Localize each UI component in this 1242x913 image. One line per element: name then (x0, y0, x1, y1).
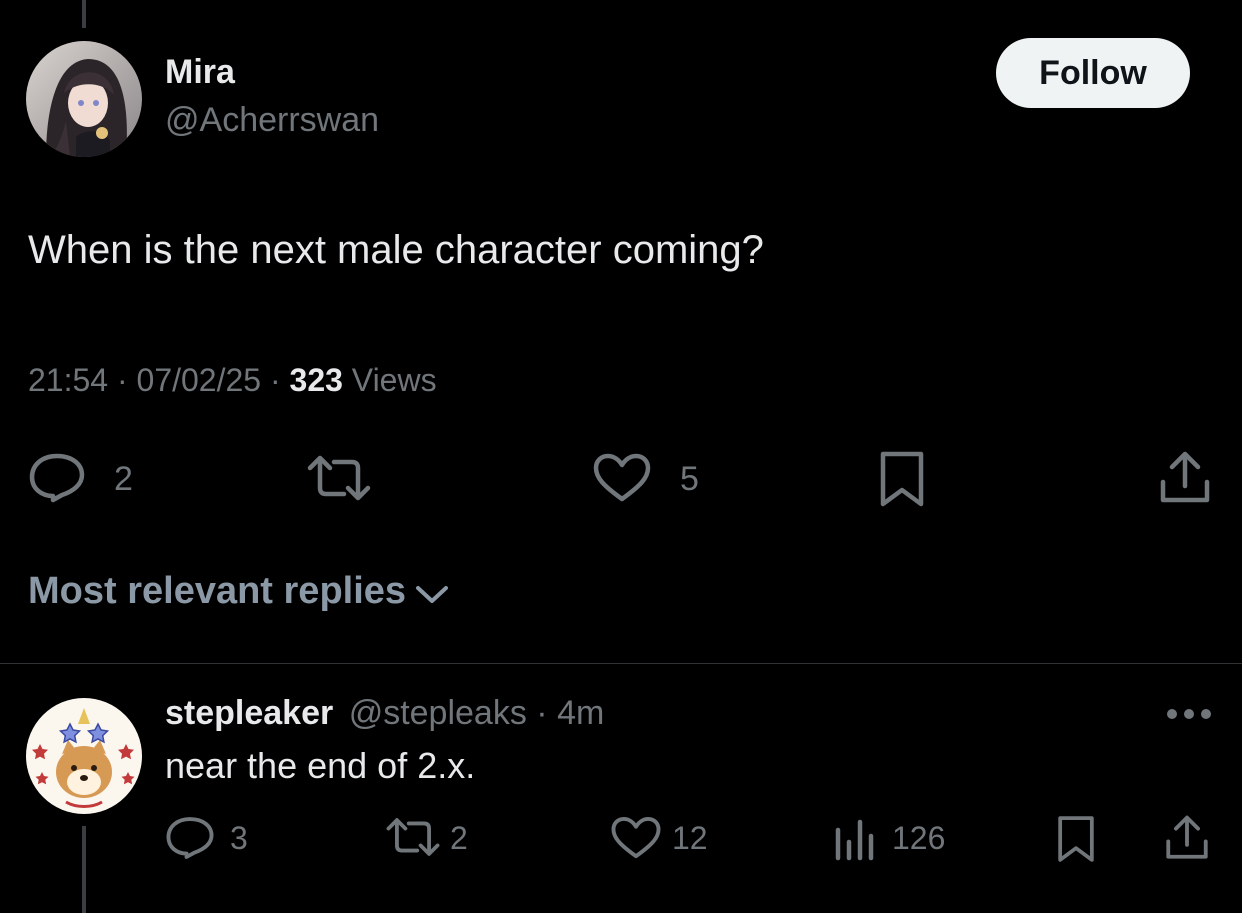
reply-author-name[interactable]: stepleaker (165, 694, 333, 732)
views-label: Views (351, 362, 437, 398)
like-count: 5 (680, 460, 699, 498)
share-icon[interactable] (1158, 450, 1212, 506)
thread-line-bottom (82, 826, 86, 913)
reply-icon[interactable] (165, 815, 215, 861)
more-options-icon[interactable] (1166, 706, 1212, 722)
reply-header: stepleaker @stepleaks · 4m (165, 694, 604, 733)
retweet-icon[interactable] (385, 815, 441, 859)
follow-button[interactable]: Follow (996, 38, 1190, 108)
tweet-time[interactable]: 21:54 (28, 362, 108, 398)
thread-line-top (82, 0, 86, 28)
like-icon[interactable] (592, 452, 652, 504)
views-count: 323 (289, 362, 343, 398)
divider (0, 663, 1242, 664)
bookmark-icon[interactable] (878, 450, 926, 508)
reply-like-count: 12 (672, 820, 708, 856)
like-icon[interactable] (610, 815, 662, 861)
tweet-meta: 21:54 · 07/02/25 · 323 Views (28, 362, 437, 399)
chevron-down-icon (414, 584, 450, 606)
reply-reply-count: 3 (230, 820, 248, 856)
share-icon[interactable] (1164, 814, 1210, 862)
reply-avatar-image (26, 698, 142, 814)
author-name[interactable]: Mira (165, 53, 235, 92)
replies-sort-label: Most relevant replies (28, 570, 407, 612)
reply-avatar[interactable] (26, 698, 142, 814)
meta-separator: · (116, 362, 128, 398)
author-handle[interactable]: @Acherrswan (165, 101, 379, 140)
reply-views-count: 126 (892, 820, 946, 856)
views-chart-icon[interactable] (832, 818, 876, 862)
reply-icon[interactable] (28, 452, 86, 504)
tweet-date[interactable]: 07/02/25 (137, 362, 262, 398)
meta-separator: · (269, 362, 281, 398)
reply-time[interactable]: 4m (557, 694, 604, 732)
reply-author-handle[interactable]: @stepleaks (349, 694, 527, 732)
avatar[interactable] (26, 41, 142, 157)
avatar-image (26, 41, 142, 157)
bookmark-icon[interactable] (1056, 814, 1096, 864)
reply-text: near the end of 2.x. (165, 745, 476, 786)
reply-retweet-count: 2 (450, 820, 468, 856)
reply-count: 2 (114, 460, 133, 498)
retweet-icon[interactable] (306, 452, 372, 504)
meta-separator: · (536, 694, 548, 732)
replies-sort-dropdown[interactable]: Most relevant replies (28, 570, 450, 613)
tweet-text: When is the next male character coming? (28, 228, 764, 272)
